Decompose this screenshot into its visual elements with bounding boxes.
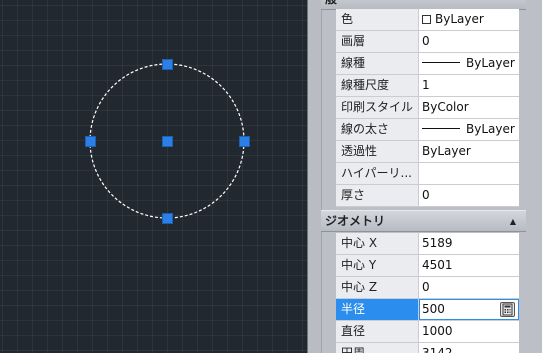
- property-value[interactable]: [419, 163, 519, 184]
- property-value-text: 500: [422, 302, 445, 316]
- property-value[interactable]: 0: [419, 277, 519, 298]
- property-value-text: 3142: [422, 346, 453, 353]
- property-value[interactable]: ByLayer: [419, 119, 519, 140]
- property-label: 中心 Y: [336, 255, 419, 276]
- palette-side-strip: [308, 0, 322, 353]
- property-label: 色: [336, 9, 419, 30]
- line-sample-icon: [422, 128, 460, 129]
- property-value-text: 0: [422, 34, 430, 48]
- property-label: 線種尺度: [336, 75, 419, 96]
- section-general-title: 般: [325, 0, 337, 6]
- section-geometry-header[interactable]: ジオメトリ ▲: [321, 210, 526, 232]
- property-value-text: ByLayer: [435, 12, 484, 26]
- property-label: 中心 Z: [336, 277, 419, 298]
- property-row[interactable]: 色 ByLayer: [336, 9, 519, 31]
- property-label: 透過性: [336, 141, 419, 162]
- property-row[interactable]: 線の太さ ByLayer: [336, 119, 519, 141]
- property-value[interactable]: 3142: [419, 343, 519, 353]
- property-label: 画層: [336, 31, 419, 52]
- property-label: 中心 X: [336, 233, 419, 254]
- property-value[interactable]: 1000: [419, 321, 519, 342]
- section-geometry-title: ジオメトリ: [325, 214, 386, 228]
- property-value[interactable]: ByLayer: [419, 53, 519, 74]
- grip-left[interactable]: [85, 136, 96, 147]
- grip-top[interactable]: [162, 59, 173, 70]
- collapse-arrow-icon[interactable]: ▲: [510, 211, 516, 232]
- property-value-text: 0: [422, 188, 430, 202]
- property-row[interactable]: 印刷スタイル ByColor: [336, 97, 519, 119]
- property-label: 直径: [336, 321, 419, 342]
- property-value-text: ByLayer: [466, 56, 515, 70]
- property-row[interactable]: 中心 Z0: [336, 277, 519, 299]
- property-row[interactable]: ハイパーリ...: [336, 163, 519, 185]
- property-label: ハイパーリ...: [336, 163, 419, 184]
- drawing-canvas[interactable]: [0, 0, 307, 353]
- property-row[interactable]: 半径 500: [336, 299, 519, 321]
- property-row[interactable]: 画層 0: [336, 31, 519, 53]
- calculator-icon[interactable]: [500, 302, 515, 317]
- property-value-text: 5189: [422, 236, 453, 250]
- grip-right[interactable]: [239, 136, 250, 147]
- property-value-text: 4501: [422, 258, 453, 272]
- property-row[interactable]: 線種 ByLayer: [336, 53, 519, 75]
- line-sample-icon: [422, 62, 460, 63]
- property-value-text: ByLayer: [422, 144, 471, 158]
- property-value-text: 1000: [422, 324, 453, 338]
- property-value[interactable]: 0: [419, 185, 519, 206]
- property-row[interactable]: 線種尺度 1: [336, 75, 519, 97]
- grip-bottom[interactable]: [162, 213, 173, 224]
- property-label: 円周: [336, 343, 419, 353]
- property-row[interactable]: 中心 X 5189: [336, 233, 519, 255]
- property-label: 半径: [336, 299, 419, 320]
- grip-center[interactable]: [162, 136, 173, 147]
- property-label: 印刷スタイル: [336, 97, 419, 118]
- property-value[interactable]: ByColor: [419, 97, 519, 118]
- property-label: 厚さ: [336, 185, 419, 206]
- property-row[interactable]: 透過性 ByLayer: [336, 141, 519, 163]
- property-row[interactable]: 中心 Y 4501: [336, 255, 519, 277]
- property-row[interactable]: 厚さ 0: [336, 185, 519, 207]
- property-label: 線の太さ: [336, 119, 419, 140]
- property-value-text: 0: [422, 280, 430, 294]
- property-value-text: 1: [422, 78, 430, 92]
- property-value[interactable]: ByLayer: [419, 141, 519, 162]
- property-value[interactable]: 5189: [419, 233, 519, 254]
- property-value-text: ByLayer: [466, 122, 515, 136]
- color-swatch-icon: [422, 15, 431, 24]
- property-value[interactable]: 500: [419, 299, 519, 320]
- property-value[interactable]: 0: [419, 31, 519, 52]
- property-value[interactable]: 1: [419, 75, 519, 96]
- property-row[interactable]: 直径 1000: [336, 321, 519, 343]
- property-value[interactable]: ByLayer: [419, 9, 519, 30]
- circle-object[interactable]: [0, 0, 307, 353]
- property-value[interactable]: 4501: [419, 255, 519, 276]
- property-value-text: ByColor: [422, 100, 469, 114]
- property-label: 線種: [336, 53, 419, 74]
- property-row[interactable]: 円周 3142: [336, 343, 519, 353]
